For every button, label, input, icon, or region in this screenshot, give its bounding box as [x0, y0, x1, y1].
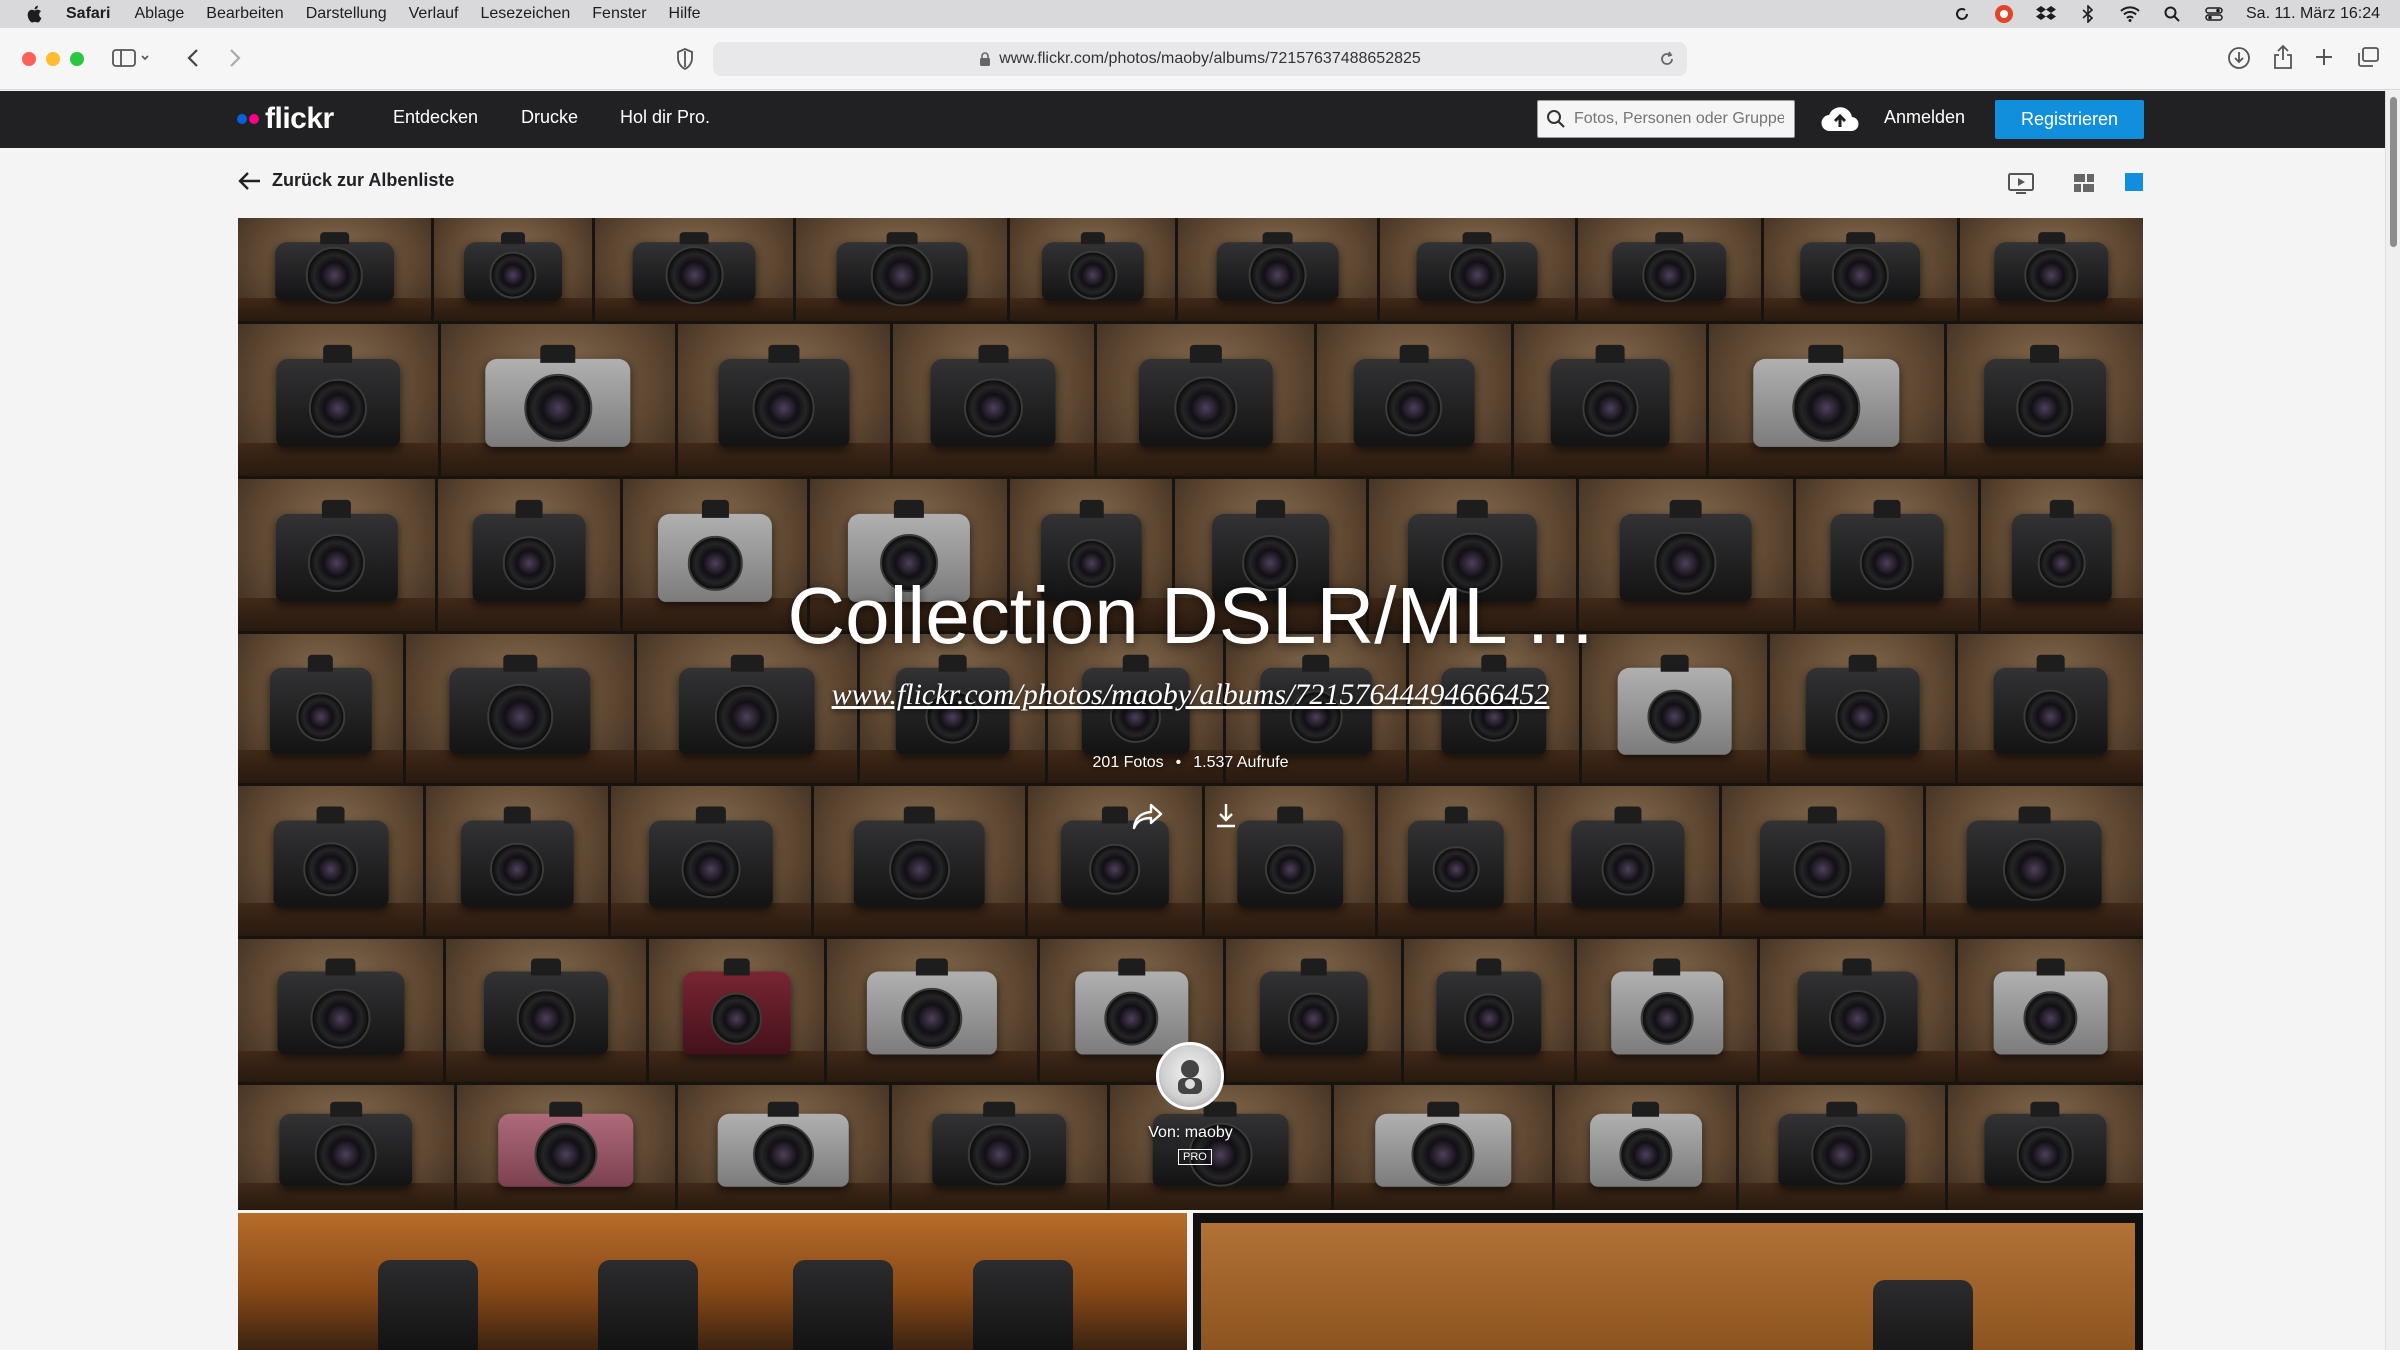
photo-camera-shape	[793, 1260, 893, 1350]
page-scrollbar[interactable]	[2385, 91, 2400, 1350]
album-view-count: 1.537 Aufrufe	[1193, 754, 1289, 771]
macos-menu-bar: Safari Ablage Bearbeiten Darstellung Ver…	[0, 0, 2400, 28]
photo-camera-shape	[598, 1260, 698, 1350]
lock-icon	[980, 52, 991, 66]
window-zoom-button[interactable]	[70, 52, 84, 66]
apple-logo-icon[interactable]	[24, 3, 46, 25]
search-input[interactable]	[1574, 110, 1784, 128]
logo-pink-dot	[249, 114, 259, 124]
photo-camera-shape	[1873, 1280, 1973, 1350]
share-icon[interactable]	[2272, 44, 2294, 70]
upload-cloud-icon[interactable]	[1820, 104, 1860, 139]
share-album-icon[interactable]	[1131, 802, 1165, 837]
logo-wordmark: flickr	[265, 102, 334, 135]
wifi-icon[interactable]	[2120, 4, 2140, 24]
spotlight-search-icon[interactable]	[2162, 4, 2182, 24]
vpn-icon[interactable]	[1994, 4, 2014, 24]
search-icon	[1538, 109, 1574, 129]
forward-arrow-icon[interactable]	[228, 48, 242, 68]
pro-badge: PRO	[1178, 1149, 1212, 1165]
avatar-figure-icon	[1178, 1060, 1202, 1094]
flickr-navbar: flickr Entdecken Drucke Hol dir Pro. Anm…	[0, 91, 2385, 148]
window-minimize-button[interactable]	[46, 52, 60, 66]
justified-view-icon[interactable]	[2073, 172, 2095, 199]
tab-overview-icon[interactable]	[2356, 46, 2380, 68]
menu-fenster[interactable]: Fenster	[592, 5, 646, 23]
scrollbar-thumb[interactable]	[2390, 97, 2397, 247]
browser-toolbar: www.flickr.com/photos/maoby/albums/72157…	[0, 28, 2400, 90]
album-photo-count: 201 Fotos	[1092, 754, 1164, 771]
flickr-logo[interactable]: flickr	[237, 101, 334, 137]
menu-hilfe[interactable]: Hilfe	[669, 5, 701, 23]
back-arrow-icon[interactable]	[186, 48, 200, 68]
nav-hol-dir-pro[interactable]: Hol dir Pro.	[620, 107, 710, 128]
nav-drucke[interactable]: Drucke	[521, 107, 578, 128]
grid-view-icon[interactable]	[2124, 172, 2144, 197]
album-photo-tile[interactable]	[1193, 1213, 2143, 1350]
album-title: Collection DSLR/ML ...	[787, 571, 1594, 660]
reload-icon[interactable]	[1659, 50, 1675, 73]
menu-app-name[interactable]: Safari	[66, 5, 110, 23]
sidebar-toggle-icon[interactable]	[112, 48, 152, 68]
menu-darstellung[interactable]: Darstellung	[306, 5, 387, 23]
stats-separator: •	[1175, 754, 1182, 771]
menu-bearbeiten[interactable]: Bearbeiten	[206, 5, 283, 23]
address-bar[interactable]: www.flickr.com/photos/maoby/albums/72157…	[713, 42, 1687, 76]
photo-camera-shape	[378, 1260, 478, 1350]
signup-button[interactable]: Registrieren	[1995, 100, 2144, 139]
owner-name-link[interactable]: Von: maoby	[238, 1124, 2143, 1142]
logo-blue-dot	[237, 114, 247, 124]
flickr-search-box[interactable]	[1537, 100, 1795, 138]
downloads-icon[interactable]	[2227, 46, 2251, 70]
album-description-link[interactable]: www.flickr.com/photos/maoby/albums/72157…	[238, 678, 2143, 712]
window-close-button[interactable]	[22, 52, 36, 66]
album-stats: 201 Fotos • 1.537 Aufrufe	[238, 754, 2143, 772]
sync-status-icon[interactable]	[1952, 4, 1972, 24]
album-photo-tile[interactable]	[238, 1213, 1187, 1350]
photo-wood-background	[1201, 1223, 2135, 1350]
photo-camera-shape	[973, 1260, 1073, 1350]
new-tab-icon[interactable]	[2313, 46, 2335, 68]
menu-lesezeichen[interactable]: Lesezeichen	[480, 5, 570, 23]
back-to-albums-link[interactable]: Zurück zur Albenliste	[238, 170, 454, 191]
menu-ablage[interactable]: Ablage	[134, 5, 184, 23]
owner-avatar[interactable]	[1156, 1042, 1224, 1110]
bluetooth-icon[interactable]	[2078, 4, 2098, 24]
album-cover[interactable]: Collection DSLR/ML ... www.flickr.com/ph…	[238, 218, 2143, 1210]
privacy-shield-icon[interactable]	[676, 48, 694, 70]
slideshow-view-icon[interactable]	[2008, 172, 2034, 199]
nav-entdecken[interactable]: Entdecken	[393, 107, 478, 128]
dropbox-icon[interactable]	[2036, 4, 2056, 24]
login-link[interactable]: Anmelden	[1884, 107, 1965, 128]
address-bar-url: www.flickr.com/photos/maoby/albums/72157…	[999, 50, 1421, 67]
menu-verlauf[interactable]: Verlauf	[409, 5, 459, 23]
back-to-albums-label: Zurück zur Albenliste	[272, 170, 455, 190]
download-album-icon[interactable]	[1214, 802, 1238, 835]
arrow-left-icon	[238, 171, 260, 190]
menubar-clock[interactable]: Sa. 11. März 16:24	[2246, 5, 2380, 23]
control-center-icon[interactable]	[2204, 4, 2224, 24]
